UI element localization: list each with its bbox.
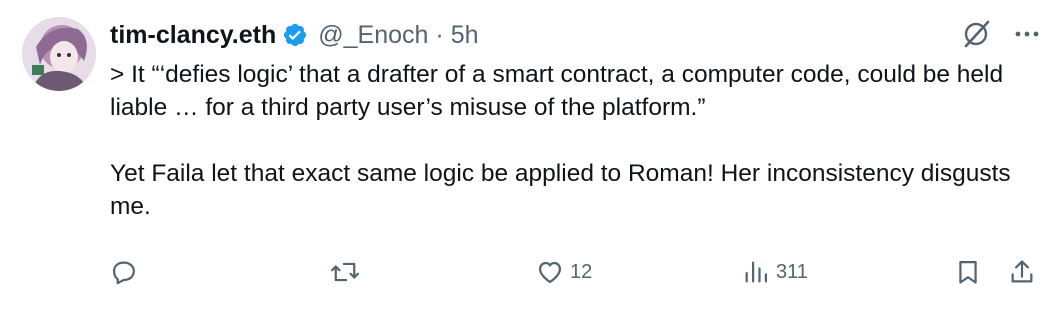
repost-button[interactable]: [330, 258, 366, 286]
tweet-paragraph-1: > It “‘defies logic’ that a drafter of a…: [110, 61, 1004, 121]
action-bar: 12 311: [110, 256, 1042, 292]
views-count: 311: [776, 260, 808, 283]
more-icon[interactable]: [1014, 21, 1040, 47]
avatar-image: [22, 17, 96, 91]
verified-badge-icon: [282, 22, 308, 48]
like-button[interactable]: 12: [536, 258, 592, 286]
grok-icon[interactable]: [960, 18, 992, 50]
bookmark-button[interactable]: [954, 258, 982, 286]
display-name[interactable]: tim-clancy.eth: [110, 21, 276, 50]
views-button[interactable]: 311: [742, 258, 808, 286]
avatar[interactable]: [22, 17, 96, 91]
repost-icon: [330, 262, 360, 282]
tweet-header: tim-clancy.eth @_Enoch · 5h: [110, 18, 479, 52]
like-count: 12: [570, 260, 593, 283]
tweet-text: > It “‘defies logic’ that a drafter of a…: [110, 58, 1040, 223]
bookmark-icon: [959, 260, 977, 284]
reply-icon: [112, 261, 135, 285]
tweet-paragraph-2: Yet Faila let that exact same logic be a…: [110, 160, 1011, 220]
heart-icon: [538, 261, 562, 284]
share-icon: [1011, 260, 1033, 283]
views-icon: [745, 261, 768, 283]
reply-button[interactable]: [110, 258, 144, 286]
share-button[interactable]: [1008, 258, 1036, 286]
user-handle[interactable]: @_Enoch: [318, 21, 428, 50]
timestamp[interactable]: 5h: [451, 21, 479, 50]
separator-dot: ·: [435, 20, 444, 49]
top-actions: [960, 18, 1040, 50]
